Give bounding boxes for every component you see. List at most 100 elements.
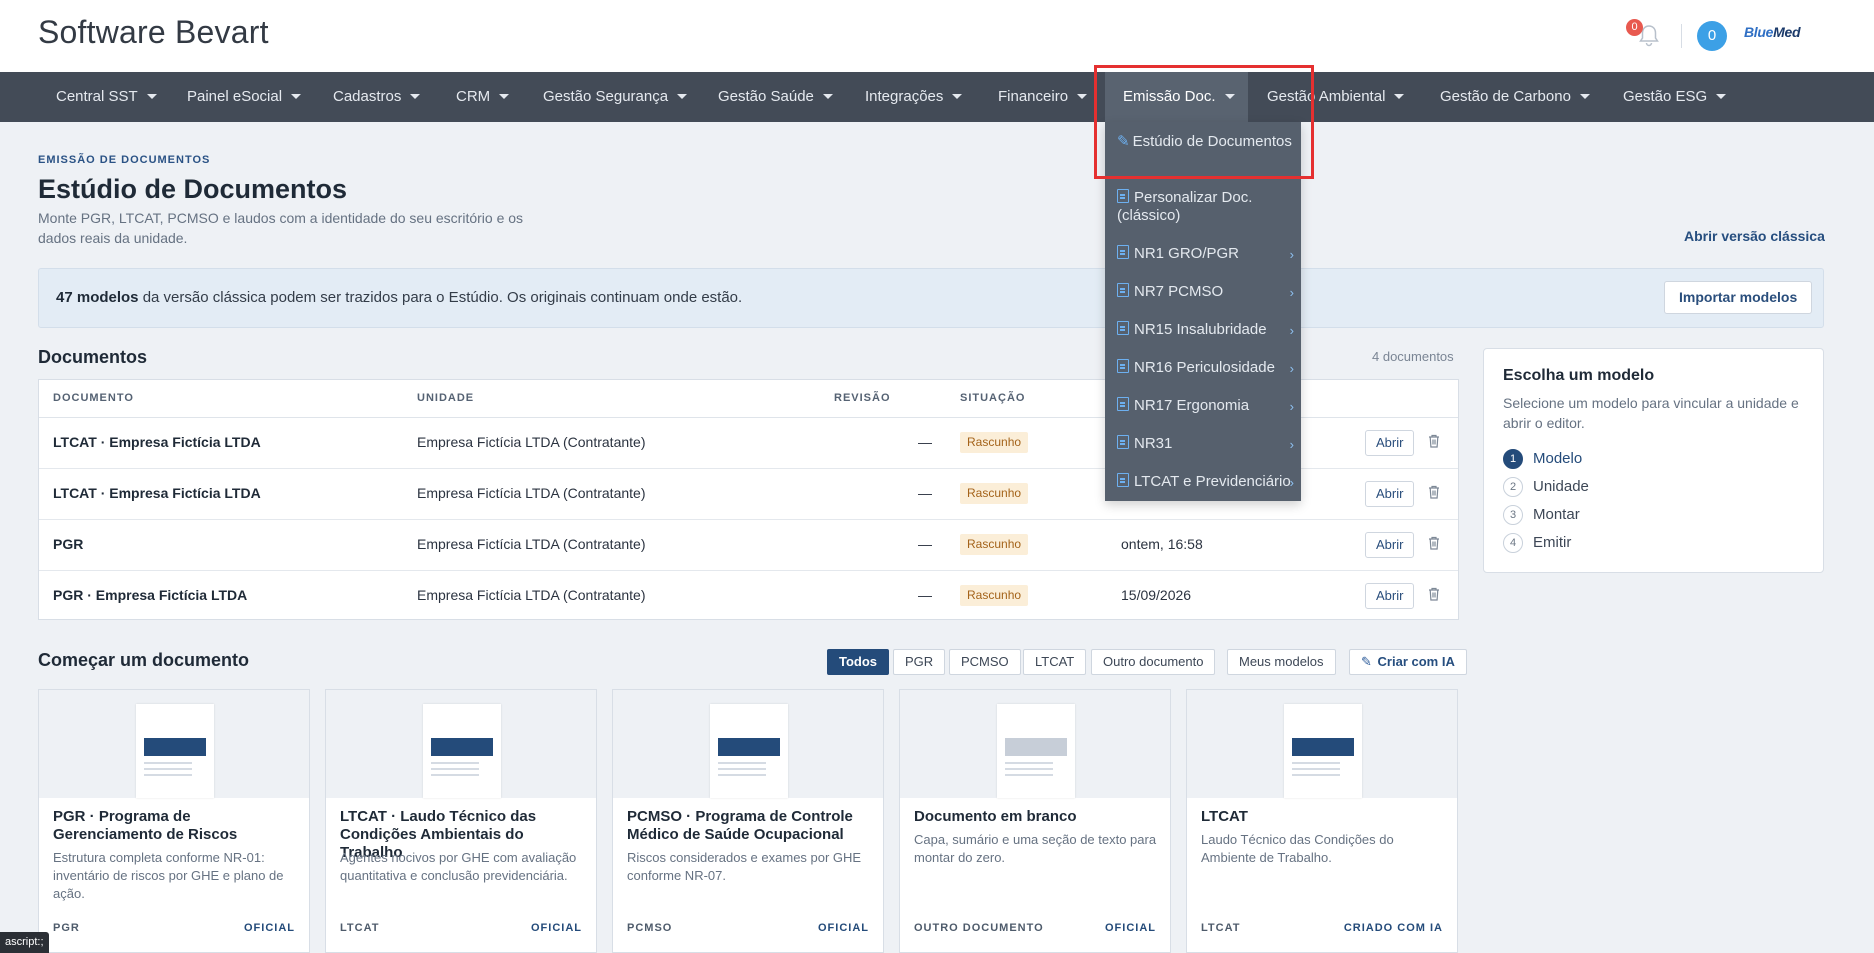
document-icon <box>1117 359 1129 373</box>
document-icon <box>1117 245 1129 259</box>
status-badge: Rascunho <box>960 432 1029 453</box>
nav-gestao-saude[interactable]: Gestão Saúde <box>700 72 851 122</box>
nav-label: Gestão ESG <box>1623 88 1708 105</box>
step-number: 2 <box>1503 477 1523 497</box>
table-row[interactable]: PGR Empresa Fictícia LTDA (Contratante) … <box>39 520 1458 571</box>
filter-pgr[interactable]: PGR <box>893 649 946 675</box>
open-button[interactable]: Abrir <box>1365 481 1415 507</box>
nav-cadastros[interactable]: Cadastros <box>315 72 438 122</box>
card-tag: LTCAT <box>340 922 380 934</box>
create-with-ai-button[interactable]: ✎ Criar com IA <box>1349 649 1467 675</box>
nav-gestao-carbono[interactable]: Gestão de Carbono <box>1422 72 1608 122</box>
page-title: Estúdio de Documentos <box>38 174 348 204</box>
template-card-ltcat-ai[interactable]: LTCAT Laudo Técnico das Condições do Amb… <box>1186 689 1458 953</box>
card-title: PCMSO · Programa de Controle Médico de S… <box>627 808 853 843</box>
import-models-button[interactable]: Importar modelos <box>1664 281 1813 314</box>
chevron-right-icon: › <box>1289 247 1294 262</box>
table-row[interactable]: PGR · Empresa Fictícia LTDA Empresa Fict… <box>39 571 1458 622</box>
step-modelo: 1 Modelo <box>1503 449 1582 471</box>
caret-down-icon <box>1579 93 1590 99</box>
document-revision: — <box>918 587 932 603</box>
brand-logo: BlueMed <box>1744 24 1801 40</box>
card-tag: OUTRO DOCUMENTO <box>914 922 1044 934</box>
filter-outro-documento[interactable]: Outro documento <box>1091 649 1216 675</box>
card-tag: LTCAT <box>1201 922 1241 934</box>
menu-item-personalizar-doc[interactable]: Personalizar Doc. (clássico) <box>1117 189 1297 225</box>
document-revision: — <box>918 485 932 501</box>
caret-down-icon <box>1394 93 1405 99</box>
document-icon <box>1117 189 1129 203</box>
annotation-highlight-box <box>1094 65 1314 179</box>
card-source: OFICIAL <box>1105 922 1156 934</box>
menu-item-nr17[interactable]: NR17 Ergonomia › <box>1117 397 1297 415</box>
caret-down-icon <box>952 93 963 99</box>
column-header-revision: REVISÃO <box>834 392 891 404</box>
chevron-right-icon: › <box>1289 285 1294 300</box>
menu-item-label: NR1 GRO/PGR <box>1134 245 1240 262</box>
nav-central-sst[interactable]: Central SST <box>38 72 175 122</box>
menu-item-ltcat-previdenciario[interactable]: LTCAT e Previdenciário › <box>1117 473 1297 491</box>
card-tag: PCMSO <box>627 922 673 934</box>
document-unit: Empresa Fictícia LTDA (Contratante) <box>417 485 646 501</box>
status-badge: Rascunho <box>960 483 1029 504</box>
open-button[interactable]: Abrir <box>1365 430 1415 456</box>
step-label: Emitir <box>1533 534 1572 551</box>
choose-model-panel: Escolha um modelo Selecione um modelo pa… <box>1483 348 1824 573</box>
caret-down-icon <box>1716 93 1727 99</box>
nav-gestao-seguranca[interactable]: Gestão Segurança <box>525 72 705 122</box>
filter-pcmso[interactable]: PCMSO <box>949 649 1021 675</box>
nav-integracoes[interactable]: Integrações <box>847 72 980 122</box>
document-preview <box>710 704 788 798</box>
banner-count: 47 modelos <box>56 289 139 306</box>
caret-down-icon <box>410 93 421 99</box>
nav-crm[interactable]: CRM <box>438 72 527 122</box>
caret-down-icon <box>677 93 688 99</box>
trash-icon[interactable] <box>1428 536 1440 550</box>
banner-text: 47 modelos da versão clássica podem ser … <box>56 289 742 306</box>
open-classic-link[interactable]: Abrir versão clássica <box>1684 228 1825 244</box>
card-thumbnail <box>39 690 309 798</box>
document-name[interactable]: LTCAT · Empresa Fictícia LTDA <box>53 434 261 450</box>
open-button[interactable]: Abrir <box>1365 532 1415 558</box>
template-card-pcmso[interactable]: PCMSO · Programa de Controle Médico de S… <box>612 689 884 953</box>
open-button[interactable]: Abrir <box>1365 583 1415 609</box>
card-thumbnail <box>326 690 596 798</box>
trash-icon[interactable] <box>1428 485 1440 499</box>
card-description: Agentes nocivos por GHE com avaliação qu… <box>340 850 577 883</box>
filter-meus-modelos[interactable]: Meus modelos <box>1227 649 1336 675</box>
ai-button-label: Criar com IA <box>1377 654 1455 669</box>
documents-title: Documentos <box>38 347 148 367</box>
document-unit: Empresa Fictícia LTDA (Contratante) <box>417 434 646 450</box>
document-name[interactable]: PGR · Empresa Fictícia LTDA <box>53 587 247 603</box>
menu-item-nr1[interactable]: NR1 GRO/PGR › <box>1117 245 1297 263</box>
trash-icon[interactable] <box>1428 587 1440 601</box>
menu-item-nr15[interactable]: NR15 Insalubridade › <box>1117 321 1297 339</box>
menu-item-nr16[interactable]: NR16 Periculosidade › <box>1117 359 1297 377</box>
document-icon <box>1117 397 1129 411</box>
document-name[interactable]: LTCAT · Empresa Fictícia LTDA <box>53 485 261 501</box>
card-description: Riscos considerados e exames por GHE con… <box>627 850 862 883</box>
card-title: LTCAT <box>1201 808 1248 825</box>
panel-title: Escolha um modelo <box>1503 367 1655 384</box>
menu-item-nr31[interactable]: NR31 › <box>1117 435 1297 453</box>
filter-todos[interactable]: Todos <box>827 649 890 675</box>
trash-icon[interactable] <box>1428 434 1440 448</box>
nav-label: Gestão de Carbono <box>1440 88 1571 105</box>
nav-financeiro[interactable]: Financeiro <box>980 72 1105 122</box>
user-avatar[interactable]: 0 <box>1697 21 1727 51</box>
nav-gestao-esg[interactable]: Gestão ESG <box>1605 72 1744 122</box>
nav-painel-esocial[interactable]: Painel eSocial <box>169 72 319 122</box>
step-emitir: 4 Emitir <box>1503 533 1571 555</box>
template-card-blank[interactable]: Documento em branco Capa, sumário e uma … <box>899 689 1171 953</box>
document-preview <box>136 704 214 798</box>
nav-label: Integrações <box>865 88 944 105</box>
step-unidade: 2 Unidade <box>1503 477 1589 499</box>
filter-ltcat[interactable]: LTCAT <box>1023 649 1087 675</box>
nav-label: CRM <box>456 88 491 105</box>
step-montar: 3 Montar <box>1503 505 1580 527</box>
menu-item-nr7[interactable]: NR7 PCMSO › <box>1117 283 1297 301</box>
template-card-pgr[interactable]: PGR · Programa de Gerenciamento de Risco… <box>38 689 310 953</box>
column-header-status: SITUAÇÃO <box>960 392 1026 404</box>
template-card-ltcat[interactable]: LTCAT · Laudo Técnico das Condições Ambi… <box>325 689 597 953</box>
document-name[interactable]: PGR <box>53 536 83 552</box>
